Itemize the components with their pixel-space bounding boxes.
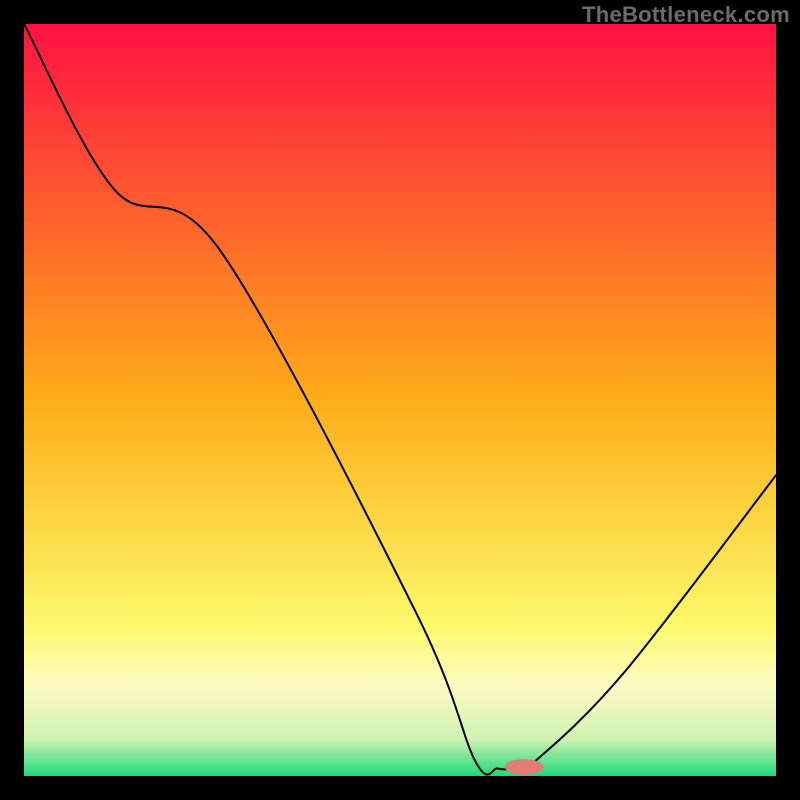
optimum-marker (505, 759, 543, 774)
watermark-text: TheBottleneck.com (582, 2, 790, 28)
bottleneck-chart (24, 24, 776, 776)
plot-background (24, 24, 776, 776)
chart-frame: { "watermark": "TheBottleneck.com", "col… (0, 0, 800, 800)
